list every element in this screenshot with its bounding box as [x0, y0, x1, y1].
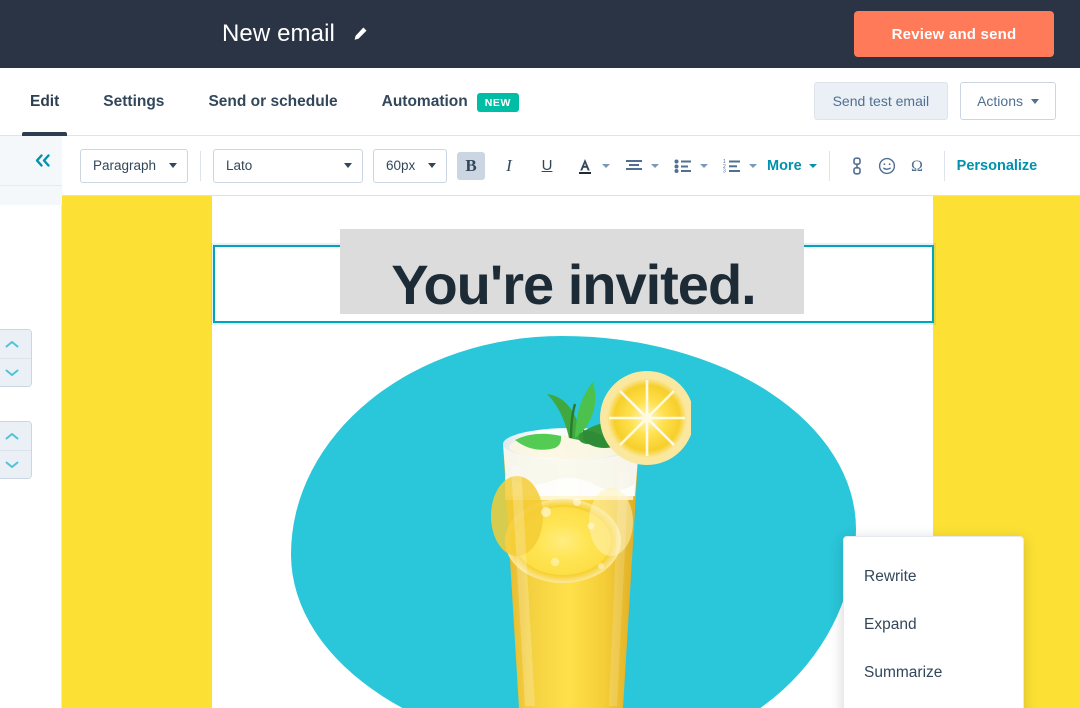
chevron-up-icon [5, 340, 19, 347]
tab-automation[interactable]: Automation NEW [360, 68, 541, 136]
menu-item-expand[interactable]: Expand [844, 601, 1023, 649]
lemonade-glass-image [451, 326, 691, 708]
module-move-controls-2 [0, 421, 32, 479]
alignment-dropdown-icon[interactable] [651, 163, 659, 168]
align-center-icon[interactable] [620, 152, 648, 180]
numbered-list-icon[interactable]: 1 2 3 [718, 152, 746, 180]
email-canvas: You're invited. You're invited. Rewrite … [62, 196, 1080, 708]
svg-text:Ω: Ω [911, 158, 923, 175]
omega-special-character-icon[interactable]: Ω [902, 152, 932, 180]
text-color-icon[interactable] [571, 152, 599, 180]
font-size-select[interactable]: 60px [373, 148, 447, 183]
chevron-down-icon [344, 163, 352, 168]
numbered-list-dropdown-icon[interactable] [749, 163, 757, 168]
link-icon[interactable] [842, 152, 872, 180]
bulleted-list-group [669, 152, 708, 180]
ai-assistant-context-menu: Rewrite Expand Summarize Change tone [843, 536, 1024, 708]
menu-item-summarize-label: Summarize [864, 664, 943, 681]
tab-list: Edit Settings Send or schedule Automatio… [0, 68, 541, 136]
email-name-group: New email [222, 0, 368, 68]
menu-item-summarize[interactable]: Summarize [844, 649, 1023, 697]
chevron-down-icon [428, 163, 436, 168]
menu-item-expand-label: Expand [864, 616, 917, 633]
review-and-send-button[interactable]: Review and send [854, 11, 1054, 57]
actions-label: Actions [977, 93, 1023, 109]
tab-bar: Edit Settings Send or schedule Automatio… [0, 68, 1080, 136]
italic-button[interactable]: I [495, 152, 523, 180]
bold-button[interactable]: B [457, 151, 485, 180]
email-editor-app: New email Review and send Edit Settings … [0, 0, 1080, 708]
send-test-email-button[interactable]: Send test email [813, 82, 949, 120]
chevron-double-left-icon [35, 154, 50, 167]
move-up-button-2[interactable] [0, 422, 31, 450]
rich-text-toolbar: Paragraph Lato 60px B I U 1 2 3 More Ω P… [62, 136, 1080, 196]
move-down-button-1[interactable] [0, 358, 31, 386]
chevron-down-icon [5, 369, 19, 376]
font-family-value: Lato [226, 158, 253, 173]
module-move-controls-1 [0, 329, 32, 387]
paragraph-style-select[interactable]: Paragraph [80, 148, 188, 183]
more-options-button[interactable]: More [767, 158, 817, 174]
collapse-sidebar-button[interactable] [0, 136, 62, 186]
text-selection-highlight [340, 229, 804, 314]
menu-item-change-tone[interactable]: Change tone [844, 697, 1023, 708]
tab-send-or-schedule[interactable]: Send or schedule [186, 68, 359, 136]
tab-edit-label: Edit [30, 93, 60, 110]
more-label: More [767, 157, 802, 174]
menu-item-rewrite-label: Rewrite [864, 568, 917, 585]
page-title: New email [222, 20, 335, 47]
tab-settings-label: Settings [103, 93, 165, 110]
top-bar: New email Review and send [0, 0, 1080, 68]
new-badge: NEW [476, 92, 520, 112]
hero-image-module[interactable] [213, 326, 934, 708]
bulleted-list-dropdown-icon[interactable] [700, 163, 708, 168]
underline-button[interactable]: U [533, 152, 561, 180]
alignment-group [620, 152, 659, 180]
tab-send-or-schedule-label: Send or schedule [208, 93, 338, 110]
chevron-down-icon [169, 163, 177, 168]
chevron-down-icon [5, 461, 19, 468]
chevron-down-icon [808, 163, 817, 168]
toolbar-divider [828, 150, 830, 181]
move-up-button-1[interactable] [0, 330, 31, 358]
actions-dropdown-button[interactable]: Actions [960, 82, 1056, 120]
emoji-smiley-icon[interactable] [872, 152, 902, 180]
font-color-group [571, 152, 610, 180]
numbered-list-group: 1 2 3 [718, 152, 757, 180]
personalize-button[interactable]: Personalize [957, 158, 1038, 174]
tab-edit[interactable]: Edit [8, 68, 81, 136]
bulleted-list-icon[interactable] [669, 152, 697, 180]
tab-bar-actions: Send test email Actions [813, 82, 1056, 120]
chevron-up-icon [5, 432, 19, 439]
move-down-button-2[interactable] [0, 450, 31, 478]
font-family-select[interactable]: Lato [213, 148, 363, 183]
pencil-icon[interactable] [351, 26, 368, 43]
font-size-value: 60px [386, 158, 416, 173]
paragraph-style-value: Paragraph [93, 158, 157, 173]
chevron-down-icon [1031, 98, 1039, 104]
svg-text:3: 3 [723, 168, 726, 172]
text-color-dropdown-icon[interactable] [602, 163, 610, 168]
sidebar-panel-stub [0, 186, 62, 205]
toolbar-divider [200, 150, 201, 181]
tab-settings[interactable]: Settings [81, 68, 186, 136]
menu-item-rewrite[interactable]: Rewrite [844, 553, 1023, 601]
toolbar-divider [943, 150, 945, 181]
tab-automation-label: Automation [381, 93, 468, 110]
